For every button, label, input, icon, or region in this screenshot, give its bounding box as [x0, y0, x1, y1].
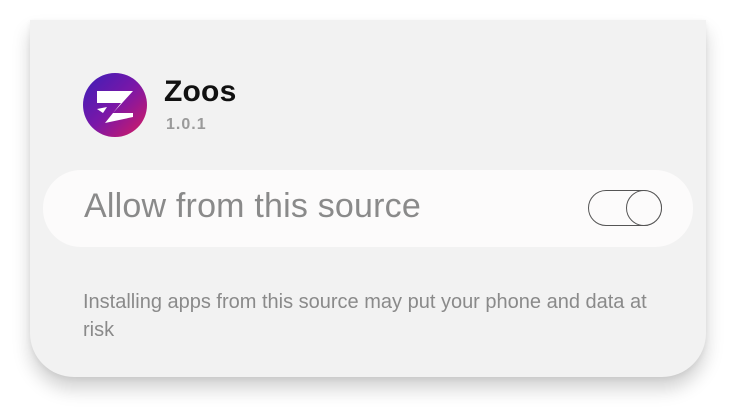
- allow-source-row[interactable]: Allow from this source: [43, 170, 693, 247]
- allow-source-toggle[interactable]: [588, 190, 662, 226]
- app-name: Zoos: [164, 75, 237, 108]
- app-version: 1.0.1: [166, 116, 207, 133]
- zoos-logo-icon: [83, 73, 147, 137]
- install-unknown-apps-card: Zoos 1.0.1 Allow from this source Instal…: [30, 20, 706, 377]
- risk-warning-text: Installing apps from this source may put…: [83, 291, 647, 341]
- toggle-thumb: [626, 190, 662, 226]
- allow-source-label: Allow from this source: [84, 187, 421, 225]
